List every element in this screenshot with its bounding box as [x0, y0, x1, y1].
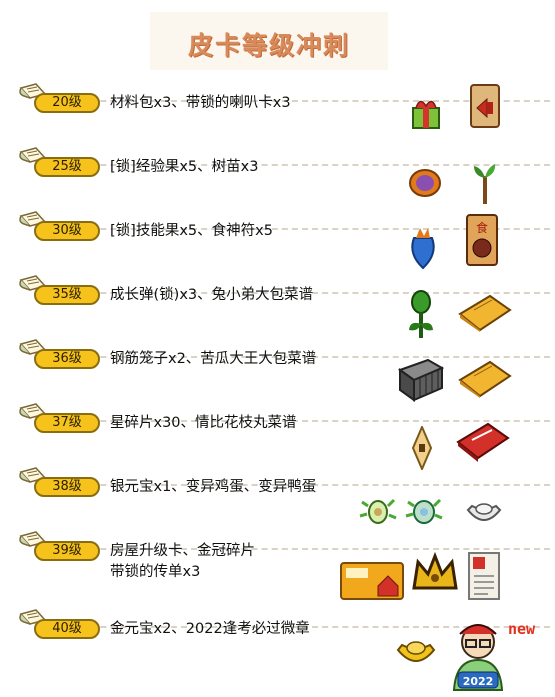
level-badge: 25级 — [34, 157, 100, 177]
reward-description: 银元宝x1、变异鸡蛋、变异鸭蛋 — [110, 479, 317, 495]
title-banner: 皮卡等级冲刺 — [150, 12, 388, 70]
silver-ingot-icon — [466, 503, 502, 521]
recipe-book-icon — [458, 294, 512, 332]
food-god-charm-icon: 食 — [466, 214, 498, 266]
level-badge: 35级 — [34, 285, 100, 305]
reward-description: 金元宝x2、2022逢考必过微章 — [110, 621, 310, 637]
horn-card-icon — [470, 84, 500, 128]
level-badge: 38级 — [34, 477, 100, 497]
svg-text:食: 食 — [476, 220, 488, 235]
mutant-duck-egg-icon — [405, 498, 443, 524]
mutant-chicken-egg-icon — [359, 498, 397, 524]
recipe-book-icon — [458, 360, 512, 398]
page-title: 皮卡等级冲刺 — [187, 31, 350, 60]
level-badge: 20级 — [34, 93, 100, 113]
growth-pellet-icon — [409, 290, 433, 338]
golden-crown-fragment-icon — [412, 552, 458, 590]
exam-badge-icon: 2022 — [452, 624, 504, 691]
reward-description: [锁]技能果x5、食神符x5 — [110, 223, 273, 239]
gold-ingot-icon — [396, 641, 436, 662]
reward-description: 钢筋笼子x2、苦瓜大王大包菜谱 — [110, 351, 317, 367]
level-badge: 39级 — [34, 541, 100, 561]
reward-description: [锁]经验果x5、树苗x3 — [110, 159, 259, 175]
house-upgrade-card-icon — [340, 562, 404, 600]
red-recipe-book-icon — [456, 422, 510, 462]
level-badge: 36级 — [34, 349, 100, 369]
star-fragment-icon — [412, 426, 432, 470]
level-badge: 30级 — [34, 221, 100, 241]
reward-description: 材料包x3、带锁的喇叭卡x3 — [110, 95, 291, 111]
level-badge: 37级 — [34, 413, 100, 433]
sapling-icon — [474, 164, 496, 204]
level-badge: 40级 — [34, 619, 100, 639]
reward-description: 房屋升级卡、金冠碎片 带锁的传单x3 — [110, 543, 255, 580]
svg-text:2022: 2022 — [463, 675, 494, 688]
new-badge: new — [508, 620, 536, 638]
reward-description: 星碎片x30、情比花枝丸菜谱 — [110, 415, 297, 431]
steel-cage-icon — [398, 358, 444, 402]
exp-fruit-icon — [409, 169, 441, 197]
flyer-icon — [468, 552, 500, 600]
skill-fruit-icon — [411, 228, 435, 270]
gift-box-icon — [412, 100, 440, 129]
reward-description: 成长弹(锁)x3、兔小弟大包菜谱 — [110, 287, 314, 303]
